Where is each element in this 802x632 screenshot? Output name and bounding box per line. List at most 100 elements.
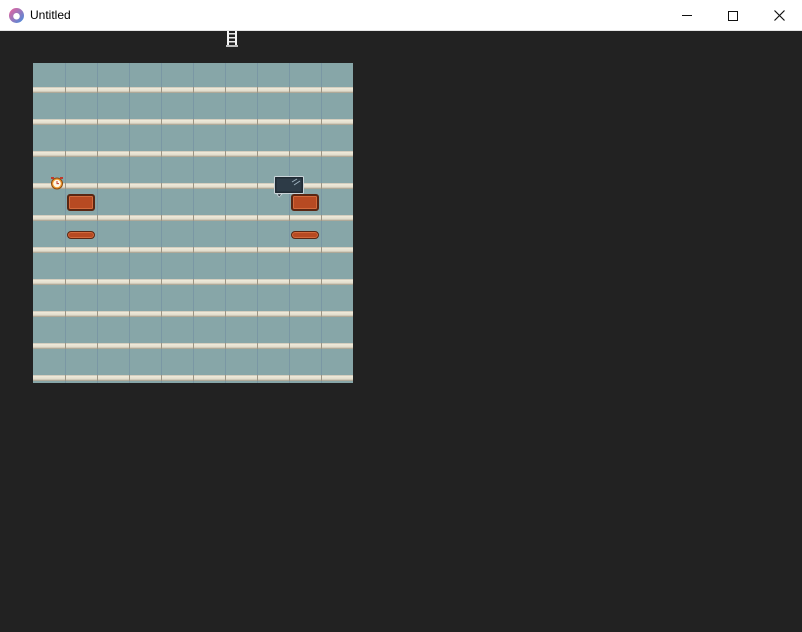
- ledge-seam: [65, 119, 66, 125]
- ledge-seam: [65, 343, 66, 349]
- title-bar[interactable]: Untitled: [0, 0, 802, 31]
- ledge-seam: [97, 183, 98, 189]
- ledge-seam: [193, 375, 194, 381]
- ledge-seam: [321, 311, 322, 317]
- wall-ledge: [33, 119, 353, 125]
- ledge-seam: [65, 215, 66, 221]
- minimize-icon: [682, 15, 692, 16]
- ledge-seam: [225, 183, 226, 189]
- ledge-seam: [65, 279, 66, 285]
- ledge-seam: [161, 87, 162, 93]
- ledge-seam: [225, 375, 226, 381]
- ledge-seam: [321, 183, 322, 189]
- rug-large-left[interactable]: [67, 194, 95, 211]
- ledge-seam: [65, 87, 66, 93]
- alarm-clock-icon[interactable]: [50, 176, 64, 190]
- ledge-seam: [321, 87, 322, 93]
- tv-icon[interactable]: [274, 176, 304, 198]
- ledge-seam: [193, 119, 194, 125]
- ledge-seam: [129, 375, 130, 381]
- ledge-seam: [65, 375, 66, 381]
- ledge-seam: [289, 311, 290, 317]
- grid-line: [65, 63, 66, 383]
- ledge-seam: [129, 87, 130, 93]
- ledge-seam: [289, 215, 290, 221]
- close-icon: [773, 10, 785, 21]
- ledge-seam: [161, 183, 162, 189]
- game-map[interactable]: [33, 63, 353, 383]
- ladder-icon[interactable]: [226, 31, 238, 47]
- wall-ledge: [33, 375, 353, 381]
- grid-line: [289, 63, 290, 383]
- ledge-seam: [65, 311, 66, 317]
- ledge-seam: [193, 87, 194, 93]
- ledge-seam: [129, 215, 130, 221]
- wall-ledge: [33, 311, 353, 317]
- window-title: Untitled: [30, 8, 71, 22]
- ledge-seam: [289, 343, 290, 349]
- ledge-seam: [161, 311, 162, 317]
- ledge-seam: [129, 311, 130, 317]
- ledge-seam: [321, 215, 322, 221]
- grid-line: [225, 63, 226, 383]
- close-button[interactable]: [756, 0, 802, 31]
- ledge-seam: [161, 247, 162, 253]
- ledge-seam: [129, 151, 130, 157]
- rug-small-left[interactable]: [67, 231, 95, 239]
- ledge-seam: [193, 215, 194, 221]
- wall-ledge: [33, 247, 353, 253]
- ledge-seam: [65, 151, 66, 157]
- ledge-seam: [161, 279, 162, 285]
- ledge-seam: [65, 183, 66, 189]
- ledge-seam: [65, 247, 66, 253]
- grid-line: [129, 63, 130, 383]
- ledge-seam: [257, 119, 258, 125]
- ledge-seam: [289, 375, 290, 381]
- ledge-seam: [257, 87, 258, 93]
- grid-line: [257, 63, 258, 383]
- ledge-seam: [225, 311, 226, 317]
- ledge-seam: [129, 119, 130, 125]
- ledge-seam: [161, 119, 162, 125]
- ledge-seam: [321, 343, 322, 349]
- ledge-seam: [97, 311, 98, 317]
- ledge-seam: [289, 119, 290, 125]
- ledge-seam: [97, 215, 98, 221]
- maximize-button[interactable]: [710, 0, 756, 31]
- wall-ledge: [33, 151, 353, 157]
- ledge-seam: [289, 87, 290, 93]
- ledge-seam: [289, 151, 290, 157]
- ledge-seam: [129, 343, 130, 349]
- ledge-seam: [97, 151, 98, 157]
- ledge-seam: [225, 119, 226, 125]
- ledge-seam: [97, 343, 98, 349]
- ledge-seam: [289, 279, 290, 285]
- wall-ledge: [33, 87, 353, 93]
- ledge-seam: [161, 151, 162, 157]
- ledge-seam: [257, 375, 258, 381]
- rug-small-right[interactable]: [291, 231, 319, 239]
- ledge-seam: [161, 375, 162, 381]
- game-viewport[interactable]: [0, 31, 802, 632]
- ledge-seam: [257, 343, 258, 349]
- app-window: Untitled: [0, 0, 802, 632]
- ledge-seam: [193, 343, 194, 349]
- ledge-seam: [321, 247, 322, 253]
- ledge-seam: [193, 311, 194, 317]
- grid-line: [97, 63, 98, 383]
- ledge-seam: [321, 279, 322, 285]
- grid-line: [161, 63, 162, 383]
- wall-ledge: [33, 215, 353, 221]
- ledge-seam: [257, 279, 258, 285]
- grid-line: [193, 63, 194, 383]
- ledge-seam: [257, 215, 258, 221]
- ledge-seam: [97, 279, 98, 285]
- ledge-seam: [321, 119, 322, 125]
- ledge-seam: [225, 343, 226, 349]
- ledge-seam: [193, 151, 194, 157]
- ledge-seam: [257, 311, 258, 317]
- grid-line: [321, 63, 322, 383]
- minimize-button[interactable]: [664, 0, 710, 31]
- app-heart-icon: [9, 8, 24, 23]
- ledge-seam: [129, 183, 130, 189]
